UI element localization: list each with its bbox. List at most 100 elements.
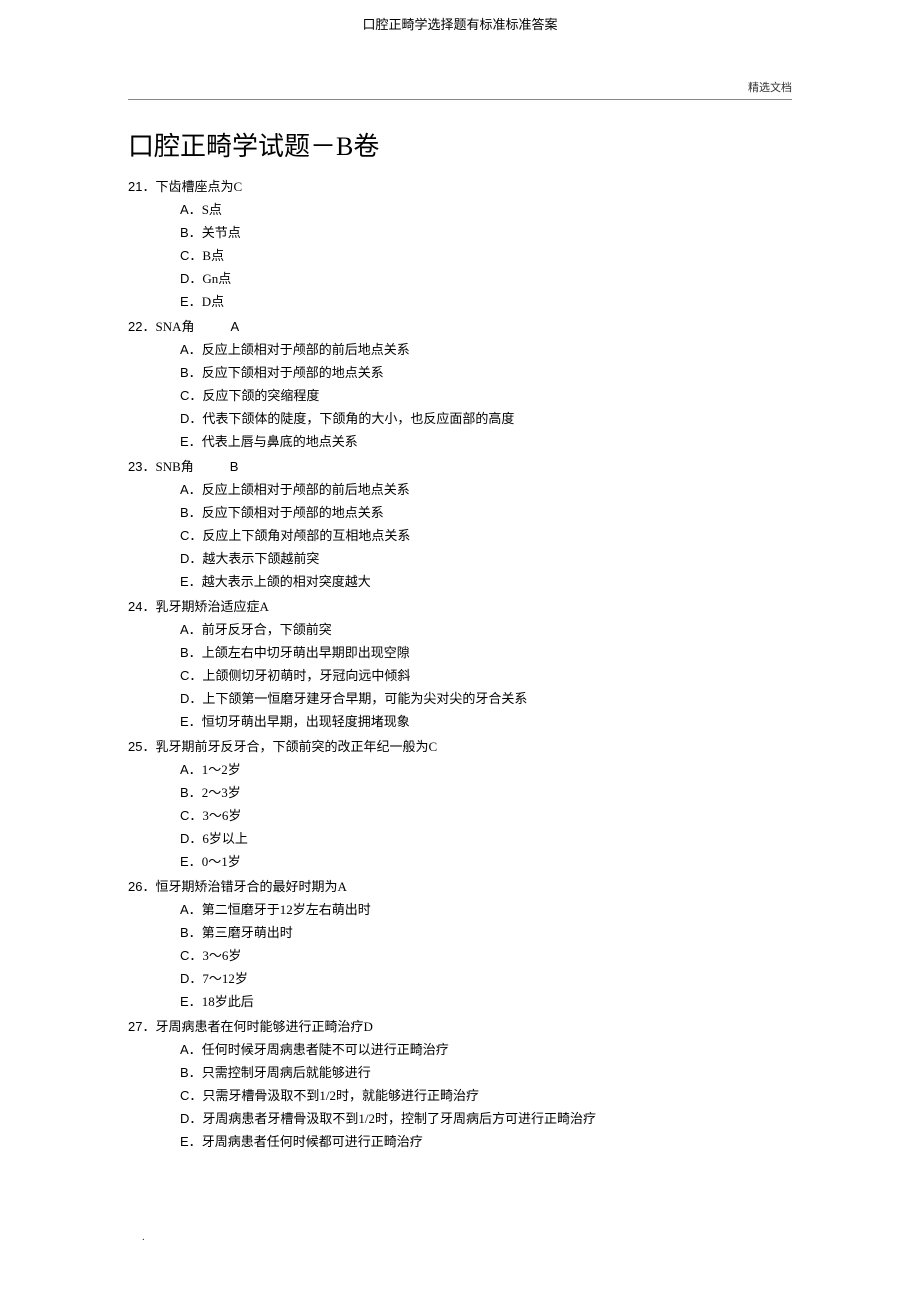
question-number: 27 [128, 1019, 142, 1034]
option-separator: ． [189, 994, 202, 1009]
option-text: B点 [202, 248, 224, 263]
option-label: B [180, 925, 189, 940]
option-item: E．牙周病患者任何时候都可进行正畸治疗 [180, 1130, 792, 1153]
question-separator: ． [142, 179, 155, 194]
option-text: 牙周病患者任何时候都可进行正畸治疗 [202, 1134, 423, 1149]
option-separator: ． [189, 1111, 202, 1126]
option-label: C [180, 1088, 189, 1103]
option-item: D．Gn点 [180, 267, 792, 290]
option-separator: ． [189, 785, 202, 800]
option-label: D [180, 831, 189, 846]
option-item: D．7～12岁 [180, 967, 792, 990]
page-header-top: 口腔正畸学选择题有标准标准答案 [0, 0, 920, 33]
options-list: A．反应上颌相对于颅部的前后地点关系B．反应下颌相对于颅部的地点关系C．反应下颌… [128, 338, 792, 453]
option-separator: ． [189, 714, 202, 729]
option-separator: ． [189, 902, 202, 917]
option-separator: ． [189, 434, 202, 449]
question: 23．SNB角BA．反应上颌相对于颅部的前后地点关系B．反应下颌相对于颅部的地点… [128, 455, 792, 593]
option-text: 反应下颌相对于颅部的地点关系 [202, 365, 384, 380]
page-header-right: 精选文档 [0, 33, 920, 95]
question: 24．乳牙期矫治适应症AA．前牙反牙合，下颌前突B．上颌左右中切牙萌出早期即出现… [128, 595, 792, 733]
option-text: 反应上颌相对于颅部的前后地点关系 [202, 482, 410, 497]
option-item: C．反应下颌的突缩程度 [180, 384, 792, 407]
option-item: E．代表上唇与鼻底的地点关系 [180, 430, 792, 453]
answer-inline: A [231, 319, 240, 334]
option-item: A．第二恒磨牙于12岁左右萌出时 [180, 898, 792, 921]
option-text: 代表下颌体的陡度，下颌角的大小，也反应面部的高度 [202, 411, 514, 426]
option-label: A [180, 622, 189, 637]
options-list: A．前牙反牙合，下颌前突B．上颌左右中切牙萌出早期即出现空隙C．上颌侧切牙初萌时… [128, 618, 792, 733]
option-text: 7～12岁 [202, 971, 248, 986]
question-number: 22 [128, 319, 142, 334]
option-label: D [180, 971, 189, 986]
option-item: E．越大表示上颌的相对突度越大 [180, 570, 792, 593]
option-item: C．3～6岁 [180, 944, 792, 967]
option-separator: ． [189, 202, 202, 217]
question-stem: 24．乳牙期矫治适应症A [128, 595, 792, 618]
question-text: 恒牙期矫治错牙合的最好时期为A [155, 879, 346, 894]
question-text: 下齿槽座点为C [155, 179, 242, 194]
option-label: B [180, 645, 189, 660]
option-text: 前牙反牙合，下颌前突 [202, 622, 332, 637]
option-separator: ． [189, 691, 202, 706]
option-text: 越大表示下颌越前突 [202, 551, 319, 566]
option-label: E [180, 434, 189, 449]
option-text: 6岁以上 [202, 831, 248, 846]
option-text: 1～2岁 [202, 762, 241, 777]
option-text: 上颌侧切牙初萌时，牙冠向远中倾斜 [202, 668, 410, 683]
question-number: 21 [128, 179, 142, 194]
option-label: D [180, 691, 189, 706]
option-label: D [180, 1111, 189, 1126]
question-stem: 22．SNA角A [128, 315, 792, 338]
question: 22．SNA角AA．反应上颌相对于颅部的前后地点关系B．反应下颌相对于颅部的地点… [128, 315, 792, 453]
option-text: 0～1岁 [202, 854, 241, 869]
option-item: A．S点 [180, 198, 792, 221]
option-label: A [180, 202, 189, 217]
option-item: A．任何时候牙周病患者陡不可以进行正畸治疗 [180, 1038, 792, 1061]
option-label: A [180, 482, 189, 497]
option-separator: ． [189, 1042, 202, 1057]
option-label: B [180, 785, 189, 800]
option-label: D [180, 411, 189, 426]
option-separator: ． [189, 528, 202, 543]
option-label: C [180, 388, 189, 403]
options-list: A．S点B．关节点C．B点D．Gn点E．D点 [128, 198, 792, 313]
question-separator: ． [142, 599, 155, 614]
answer-inline: B [230, 459, 239, 474]
question-stem: 25．乳牙期前牙反牙合，下颌前突的改正年纪一般为C [128, 735, 792, 758]
question-number: 23 [128, 459, 142, 474]
option-label: C [180, 528, 189, 543]
option-separator: ． [189, 225, 202, 240]
content: 口腔正畸学试题－B卷 21．下齿槽座点为CA．S点B．关节点C．B点D．Gn点E… [0, 100, 920, 1153]
option-text: 恒切牙萌出早期，出现轻度拥堵现象 [202, 714, 410, 729]
option-separator: ． [189, 925, 202, 940]
option-text: 只需牙槽骨汲取不到1/2时，就能够进行正畸治疗 [202, 1088, 479, 1103]
option-label: C [180, 808, 189, 823]
option-label: D [180, 551, 189, 566]
question-stem: 26．恒牙期矫治错牙合的最好时期为A [128, 875, 792, 898]
option-label: B [180, 365, 189, 380]
option-text: 反应上颌相对于颅部的前后地点关系 [202, 342, 410, 357]
option-separator: ． [189, 645, 202, 660]
option-label: A [180, 1042, 189, 1057]
option-label: E [180, 994, 189, 1009]
option-item: A．反应上颌相对于颅部的前后地点关系 [180, 478, 792, 501]
option-separator: ． [189, 854, 202, 869]
question-stem: 23．SNB角B [128, 455, 792, 478]
option-text: 上下颌第一恒磨牙建牙合早期，可能为尖对尖的牙合关系 [202, 691, 527, 706]
questions-container: 21．下齿槽座点为CA．S点B．关节点C．B点D．Gn点E．D点22．SNA角A… [128, 175, 792, 1153]
option-item: C．B点 [180, 244, 792, 267]
option-item: D．6岁以上 [180, 827, 792, 850]
question-text: 乳牙期矫治适应症A [155, 599, 268, 614]
option-text: 关节点 [202, 225, 241, 240]
option-separator: ． [189, 505, 202, 520]
question-text: SNA角 [155, 319, 194, 334]
option-label: C [180, 668, 189, 683]
option-text: 反应下颌的突缩程度 [202, 388, 319, 403]
question: 26．恒牙期矫治错牙合的最好时期为AA．第二恒磨牙于12岁左右萌出时B．第三磨牙… [128, 875, 792, 1013]
option-label: D [180, 271, 189, 286]
option-separator: ． [189, 482, 202, 497]
option-text: 上颌左右中切牙萌出早期即出现空隙 [202, 645, 410, 660]
option-separator: ． [189, 551, 202, 566]
option-item: D．越大表示下颌越前突 [180, 547, 792, 570]
